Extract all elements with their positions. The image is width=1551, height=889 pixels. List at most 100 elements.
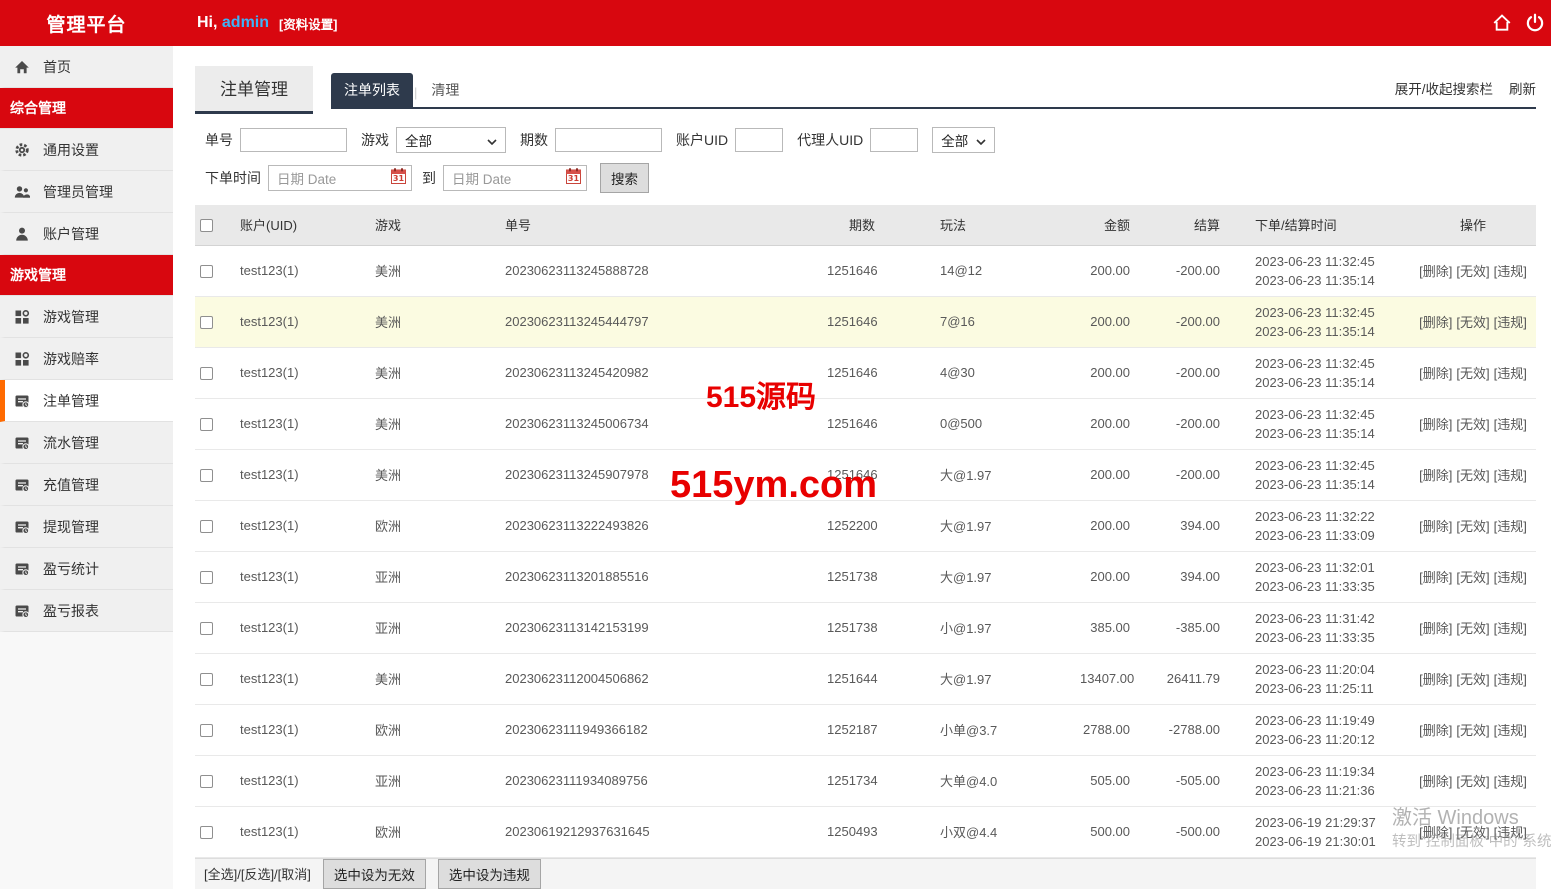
invalid-action[interactable]: [无效]	[1456, 264, 1489, 279]
invalid-action[interactable]: [无效]	[1456, 468, 1489, 483]
column-header: 结算	[1135, 205, 1225, 245]
calendar-icon[interactable]: 31	[391, 168, 406, 189]
play-cell: 小@1.97	[880, 602, 1075, 653]
delete-action[interactable]: [删除]	[1419, 672, 1452, 687]
violation-action[interactable]: [违规]	[1494, 672, 1527, 687]
sidebar-item[interactable]: 流水管理	[0, 422, 173, 464]
game-cell: 美洲	[370, 245, 500, 296]
delete-action[interactable]: [删除]	[1419, 774, 1452, 789]
invalid-action[interactable]: [无效]	[1456, 366, 1489, 381]
invalid-action[interactable]: [无效]	[1456, 672, 1489, 687]
account-uid-input[interactable]	[735, 128, 783, 152]
date-placeholder: 日期 Date	[277, 168, 336, 188]
placed-time: 2023-06-23 11:32:45	[1255, 354, 1405, 373]
play-cell: 大@1.97	[880, 551, 1075, 602]
delete-action[interactable]: [删除]	[1419, 366, 1452, 381]
sidebar-item[interactable]: 首页	[0, 46, 173, 88]
sidebar-item[interactable]: 账户管理	[0, 213, 173, 255]
toolbar-link[interactable]: 刷新	[1509, 78, 1536, 98]
date-placeholder: 日期 Date	[452, 168, 511, 188]
game-cell: 亚洲	[370, 755, 500, 806]
filter-status: 全部	[932, 127, 995, 153]
sidebar-item[interactable]: 通用设置	[0, 129, 173, 171]
sidebar-item[interactable]: 盈亏报表	[0, 590, 173, 632]
delete-action[interactable]: [删除]	[1419, 417, 1452, 432]
sidebar-item[interactable]: 注单管理	[0, 380, 173, 422]
tab[interactable]: 注单列表	[331, 73, 413, 107]
violation-action[interactable]: [违规]	[1494, 468, 1527, 483]
row-checkbox[interactable]	[200, 826, 213, 839]
calendar-icon[interactable]: 31	[566, 168, 581, 189]
checkbox-column-header[interactable]	[195, 205, 235, 245]
violation-action[interactable]: [违规]	[1494, 825, 1527, 840]
sidebar-item-label: 管理员管理	[43, 182, 113, 202]
invalid-action[interactable]: [无效]	[1456, 570, 1489, 585]
power-icon[interactable]	[1525, 13, 1545, 33]
invalid-action[interactable]: [无效]	[1456, 723, 1489, 738]
delete-action[interactable]: [删除]	[1419, 621, 1452, 636]
delete-action[interactable]: [删除]	[1419, 519, 1452, 534]
home-icon[interactable]	[1492, 13, 1512, 33]
set-selected-invalid-button[interactable]: 选中设为无效	[323, 859, 426, 889]
row-checkbox[interactable]	[200, 367, 213, 380]
row-checkbox[interactable]	[200, 775, 213, 788]
amount-cell: 500.00	[1075, 806, 1135, 857]
sidebar-item[interactable]: 游戏管理	[0, 296, 173, 338]
sidebar-item[interactable]: 盈亏统计	[0, 548, 173, 590]
search-button[interactable]: 搜索	[600, 163, 649, 193]
row-checkbox[interactable]	[200, 571, 213, 584]
violation-action[interactable]: [违规]	[1494, 723, 1527, 738]
profile-settings-link[interactable]: [资料设置]	[279, 14, 337, 33]
start-date-input[interactable]: 日期 Date 31	[268, 165, 412, 191]
invalid-action[interactable]: [无效]	[1456, 519, 1489, 534]
end-date-input[interactable]: 日期 Date 31	[443, 165, 587, 191]
row-checkbox[interactable]	[200, 673, 213, 686]
delete-action[interactable]: [删除]	[1419, 264, 1452, 279]
invalid-action[interactable]: [无效]	[1456, 417, 1489, 432]
invalid-action[interactable]: [无效]	[1456, 825, 1489, 840]
violation-action[interactable]: [违规]	[1494, 366, 1527, 381]
row-checkbox[interactable]	[200, 265, 213, 278]
violation-action[interactable]: [违规]	[1494, 570, 1527, 585]
row-checkbox[interactable]	[200, 418, 213, 431]
set-selected-violation-button[interactable]: 选中设为违规	[438, 859, 541, 889]
violation-action[interactable]: [违规]	[1494, 519, 1527, 534]
sidebar-item[interactable]: 游戏赔率	[0, 338, 173, 380]
game-select[interactable]: 全部	[396, 127, 506, 153]
delete-action[interactable]: [删除]	[1419, 315, 1452, 330]
violation-action[interactable]: [违规]	[1494, 264, 1527, 279]
agent-uid-input[interactable]	[870, 128, 918, 152]
invalid-action[interactable]: [无效]	[1456, 315, 1489, 330]
violation-action[interactable]: [违规]	[1494, 774, 1527, 789]
violation-action[interactable]: [违规]	[1494, 315, 1527, 330]
row-checkbox[interactable]	[200, 622, 213, 635]
toolbar-link[interactable]: 展开/收起搜索栏	[1395, 78, 1493, 98]
row-checkbox[interactable]	[200, 724, 213, 737]
period-input[interactable]	[555, 128, 662, 152]
row-checkbox[interactable]	[200, 520, 213, 533]
select-all-invert-cancel-links[interactable]: [全选]/[反选]/[取消]	[204, 864, 311, 883]
order-no-input[interactable]	[240, 128, 347, 152]
select-all-checkbox[interactable]	[200, 219, 213, 232]
tab[interactable]: 清理	[418, 73, 472, 107]
sidebar-item[interactable]: 管理员管理	[0, 171, 173, 213]
account-cell: test123(1)	[235, 449, 370, 500]
delete-action[interactable]: [删除]	[1419, 723, 1452, 738]
row-checkbox[interactable]	[200, 316, 213, 329]
delete-action[interactable]: [删除]	[1419, 570, 1452, 585]
play-cell: 大@1.97	[880, 653, 1075, 704]
sidebar-item[interactable]: 充值管理	[0, 464, 173, 506]
status-select[interactable]: 全部	[932, 127, 995, 153]
placed-time: 2023-06-23 11:32:22	[1255, 507, 1405, 526]
delete-action[interactable]: [删除]	[1419, 825, 1452, 840]
row-checkbox[interactable]	[200, 469, 213, 482]
violation-action[interactable]: [违规]	[1494, 621, 1527, 636]
invalid-action[interactable]: [无效]	[1456, 621, 1489, 636]
violation-action[interactable]: [违规]	[1494, 417, 1527, 432]
sidebar-item[interactable]: 提现管理	[0, 506, 173, 548]
sidebar-section-header: 综合管理	[0, 88, 173, 129]
top-icons	[1492, 13, 1551, 33]
delete-action[interactable]: [删除]	[1419, 468, 1452, 483]
amount-cell: 200.00	[1075, 245, 1135, 296]
invalid-action[interactable]: [无效]	[1456, 774, 1489, 789]
